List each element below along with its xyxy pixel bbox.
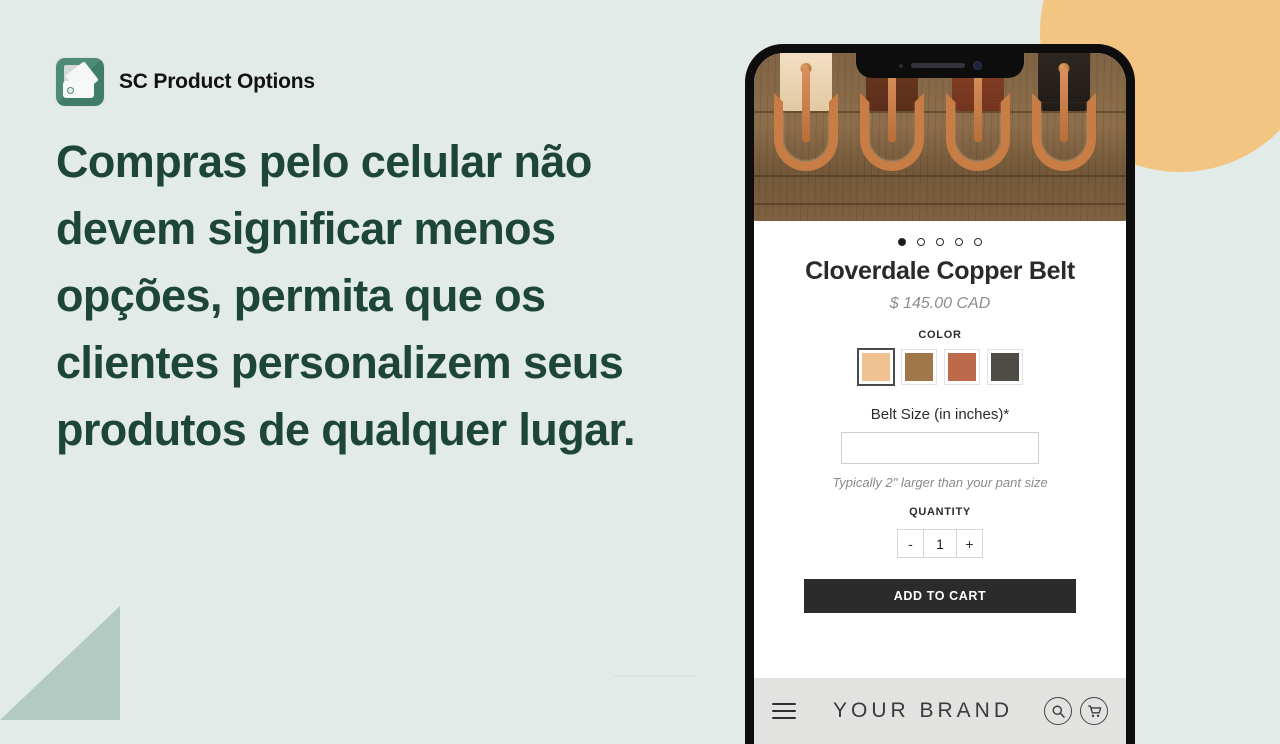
product-title: Cloverdale Copper Belt — [805, 257, 1075, 285]
hamburger-menu-icon[interactable] — [772, 703, 796, 719]
belt-size-input[interactable] — [841, 432, 1039, 464]
quantity-label: QUANTITY — [909, 506, 971, 518]
gallery-dot-4[interactable] — [955, 238, 963, 246]
brand-name: SC Product Options — [119, 70, 315, 93]
color-swatch-group[interactable] — [754, 348, 1126, 386]
left-content-panel: SC Product Options Compras pelo celular … — [0, 0, 720, 720]
store-name: YOUR BRAND — [832, 699, 1014, 722]
gallery-dot-3[interactable] — [936, 238, 944, 246]
phone-mockup: Cloverdale Copper Belt $ 145.00 CAD COLO… — [745, 44, 1135, 744]
quantity-value[interactable]: 1 — [923, 530, 957, 557]
product-gallery-image[interactable] — [754, 53, 1126, 221]
add-to-cart-button[interactable]: ADD TO CART — [804, 579, 1076, 613]
gallery-dot-2[interactable] — [917, 238, 925, 246]
quantity-stepper[interactable]: - 1 + — [754, 529, 1126, 558]
proximity-sensor-icon — [898, 63, 903, 68]
quantity-decrement-button[interactable]: - — [898, 530, 923, 557]
color-swatch-medium-brown[interactable] — [900, 349, 937, 385]
color-swatch-natural-tan[interactable] — [856, 348, 895, 386]
store-bottom-bar: YOUR BRAND — [754, 678, 1126, 744]
page-headline: Compras pelo celular não devem significa… — [56, 136, 635, 455]
color-swatch-copper-rust[interactable] — [943, 349, 980, 385]
brand-header: SC Product Options — [56, 58, 315, 106]
belt-size-label: Belt Size (in inches)* — [870, 406, 1010, 423]
product-price: $ 145.00 CAD — [889, 295, 991, 312]
product-options-swatch-icon — [56, 58, 104, 106]
bottom-bar-icons — [1044, 697, 1108, 725]
phone-notch — [856, 53, 1024, 78]
phone-screen: Cloverdale Copper Belt $ 145.00 CAD COLO… — [754, 53, 1126, 744]
front-camera-icon — [972, 61, 982, 70]
belt-black — [1032, 53, 1096, 171]
shopping-cart-icon[interactable] — [1080, 697, 1108, 725]
gallery-dot-5[interactable] — [974, 238, 982, 246]
belt-size-helper-text: Typically 2" larger than your pant size — [832, 475, 1048, 490]
color-option-label: COLOR — [918, 329, 962, 341]
quantity-increment-button[interactable]: + — [957, 530, 982, 557]
search-icon[interactable] — [1044, 697, 1072, 725]
gallery-dots[interactable] — [754, 221, 1126, 246]
gallery-dot-1[interactable] — [898, 238, 906, 246]
earpiece-speaker-icon — [910, 63, 965, 68]
belt-natural — [774, 53, 838, 171]
color-swatch-dark-charcoal[interactable] — [986, 349, 1023, 385]
